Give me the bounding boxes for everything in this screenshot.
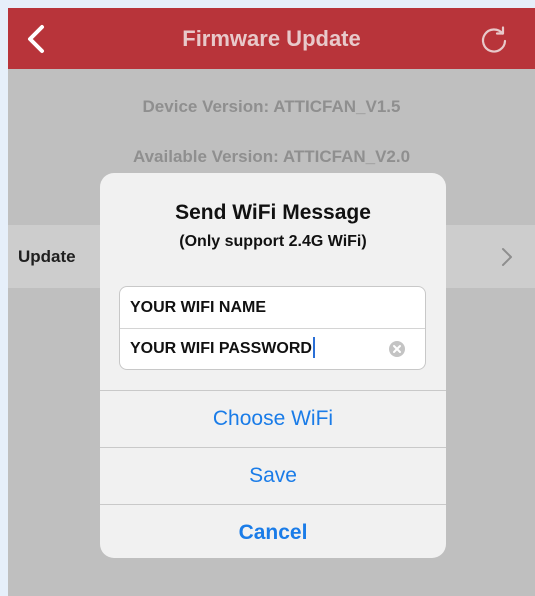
update-label: Update: [18, 247, 76, 266]
dialog-subtitle: (Only support 2.4G WiFi): [179, 233, 367, 250]
wifi-message-dialog: Send WiFi Message (Only support 2.4G WiF…: [100, 173, 446, 558]
page-title: Firmware Update: [182, 26, 361, 51]
text-cursor: [312, 337, 315, 359]
wifi-password-value: YOUR WIFI PASSWORD: [130, 340, 312, 357]
cancel-button[interactable]: Cancel: [100, 505, 446, 558]
navigation-bar: Firmware Update: [8, 8, 535, 69]
app-screen: Firmware Update Device Version: ATTICFAN…: [8, 8, 535, 596]
choose-wifi-button[interactable]: Choose WiFi: [100, 391, 446, 447]
save-button[interactable]: Save: [100, 448, 446, 504]
wifi-name-value: YOUR WIFI NAME: [130, 299, 266, 316]
refresh-icon: [481, 26, 507, 53]
refresh-button[interactable]: [478, 24, 510, 56]
chevron-right-icon: [502, 248, 512, 266]
wifi-name-field[interactable]: YOUR WIFI NAME: [120, 287, 425, 329]
available-version-label: Available Version: ATTICFAN_V2.0: [132, 147, 411, 166]
dialog-title: Send WiFi Message: [175, 201, 371, 224]
device-version-label: Device Version: ATTICFAN_V1.5: [142, 97, 401, 116]
clear-icon: [389, 341, 405, 357]
clear-password-button[interactable]: [388, 340, 406, 358]
wifi-password-field[interactable]: YOUR WIFI PASSWORD: [120, 328, 425, 369]
wifi-credentials-fields: YOUR WIFI NAME YOUR WIFI PASSWORD: [119, 286, 426, 370]
